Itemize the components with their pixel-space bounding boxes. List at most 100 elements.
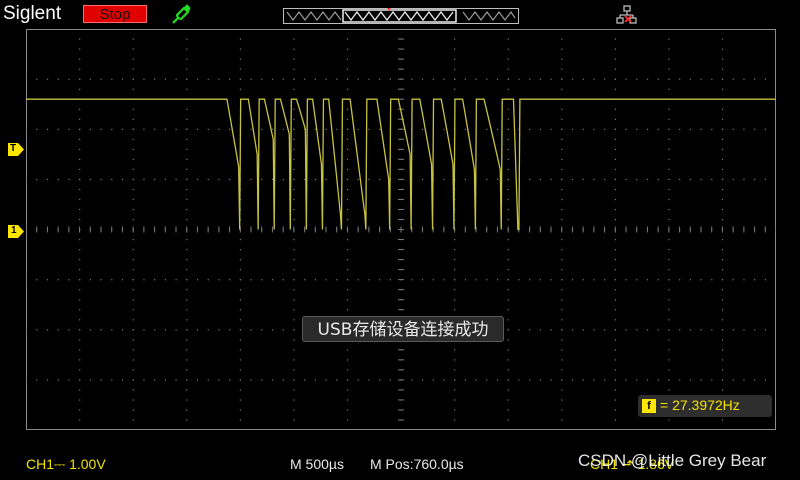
grid-dot bbox=[582, 329, 584, 331]
grid-dot bbox=[754, 329, 756, 331]
grid-dot bbox=[507, 198, 509, 201]
grid-dot bbox=[57, 329, 59, 331]
grid-dot bbox=[79, 399, 81, 401]
grid-dot bbox=[186, 108, 188, 110]
grid-dot bbox=[186, 329, 188, 331]
grid-dot bbox=[668, 108, 670, 110]
grid-dot bbox=[100, 279, 102, 281]
grid-dot bbox=[186, 409, 188, 411]
grid-dot bbox=[721, 58, 724, 60]
grid-dot bbox=[561, 178, 563, 181]
grid-dot bbox=[79, 419, 81, 421]
grid-dot bbox=[668, 329, 670, 331]
grid-dot bbox=[636, 78, 638, 80]
grid-dot bbox=[89, 329, 91, 331]
grid-dot bbox=[239, 48, 241, 50]
grid-dot bbox=[614, 158, 616, 161]
grid-dot bbox=[89, 279, 91, 281]
grid-dot bbox=[689, 379, 691, 381]
grid-dot bbox=[668, 419, 670, 421]
grid-dot bbox=[561, 349, 563, 351]
grid-dot bbox=[346, 359, 349, 361]
grid-dot bbox=[143, 329, 145, 331]
grid-dot bbox=[454, 299, 456, 301]
run-stop-button[interactable]: Stop bbox=[83, 5, 147, 23]
grid-dot bbox=[507, 299, 509, 301]
grid-dot bbox=[743, 329, 745, 331]
network-icon bbox=[616, 5, 637, 24]
grid-dot bbox=[721, 208, 724, 211]
grid-dot bbox=[186, 249, 188, 251]
grid-dot bbox=[68, 128, 70, 130]
grid-dot bbox=[346, 429, 349, 430]
grid-dot bbox=[164, 329, 166, 331]
grid-dot bbox=[282, 379, 284, 381]
grid-dot bbox=[646, 329, 649, 331]
grid-dot bbox=[132, 289, 134, 291]
grid-dot bbox=[346, 389, 349, 391]
grid-dot bbox=[529, 279, 531, 281]
grid-dot bbox=[186, 349, 188, 351]
grid-dot bbox=[239, 389, 241, 391]
grid-dot bbox=[346, 188, 349, 191]
grid-dot bbox=[668, 68, 670, 70]
grid-dot bbox=[36, 128, 38, 130]
grid-dot bbox=[561, 279, 563, 281]
grid-dot bbox=[561, 289, 563, 291]
grid-dot bbox=[132, 369, 134, 371]
grid-dot bbox=[79, 48, 81, 50]
grid-dot bbox=[121, 329, 124, 331]
grid-dot bbox=[775, 279, 776, 281]
grid-dot bbox=[464, 279, 466, 281]
grid-dot bbox=[57, 128, 59, 130]
grid-dot bbox=[614, 38, 616, 40]
grid-dot bbox=[79, 208, 81, 211]
grid-dot bbox=[646, 379, 649, 381]
grid-dot bbox=[293, 389, 295, 391]
grid-dot bbox=[132, 389, 134, 391]
grid-dot bbox=[507, 429, 509, 430]
grid-dot bbox=[186, 299, 188, 301]
grid-dot bbox=[186, 208, 188, 211]
grid-dot bbox=[529, 178, 531, 181]
grid-dot bbox=[314, 279, 316, 281]
grid-dot bbox=[271, 78, 274, 80]
memory-position-bar[interactable] bbox=[283, 8, 519, 24]
grid-dot bbox=[132, 218, 134, 221]
grid-dot bbox=[229, 379, 231, 381]
grid-dot bbox=[561, 259, 563, 261]
grid-dot bbox=[132, 329, 134, 331]
grid-dot bbox=[68, 78, 70, 80]
grid-dot bbox=[154, 279, 156, 281]
grid-dot bbox=[507, 259, 509, 261]
grid-dot bbox=[293, 269, 295, 271]
grid-dot bbox=[132, 118, 134, 120]
grid-dot bbox=[636, 178, 638, 181]
grid-dot bbox=[507, 208, 509, 211]
grid-dot bbox=[668, 249, 670, 251]
grid-dot bbox=[721, 128, 724, 130]
grid-dot bbox=[668, 269, 670, 271]
grid-dot bbox=[132, 409, 134, 411]
grid-dot bbox=[79, 58, 81, 60]
grid-dot bbox=[636, 379, 638, 381]
grid-dot bbox=[421, 128, 424, 130]
grid-dot bbox=[357, 379, 359, 381]
trigger-level-marker[interactable]: T bbox=[8, 143, 24, 156]
grid-dot bbox=[443, 128, 445, 130]
grid-dot bbox=[539, 78, 541, 80]
grid-dot bbox=[711, 128, 713, 130]
waveform-display[interactable] bbox=[26, 29, 776, 430]
grid-dot bbox=[368, 128, 370, 130]
grid-dot bbox=[261, 78, 263, 80]
grid-dot bbox=[346, 128, 349, 130]
grid-dot bbox=[132, 108, 134, 110]
grid-dot bbox=[79, 429, 81, 430]
ch1-ground-marker[interactable]: 1 bbox=[8, 225, 24, 238]
grid-dot bbox=[561, 118, 563, 120]
grid-dot bbox=[368, 279, 370, 281]
grid-dot bbox=[679, 279, 681, 281]
watermark: CSDN @Little Grey Bear bbox=[578, 451, 767, 470]
grid-dot bbox=[689, 178, 691, 181]
grid-dot bbox=[646, 78, 649, 80]
